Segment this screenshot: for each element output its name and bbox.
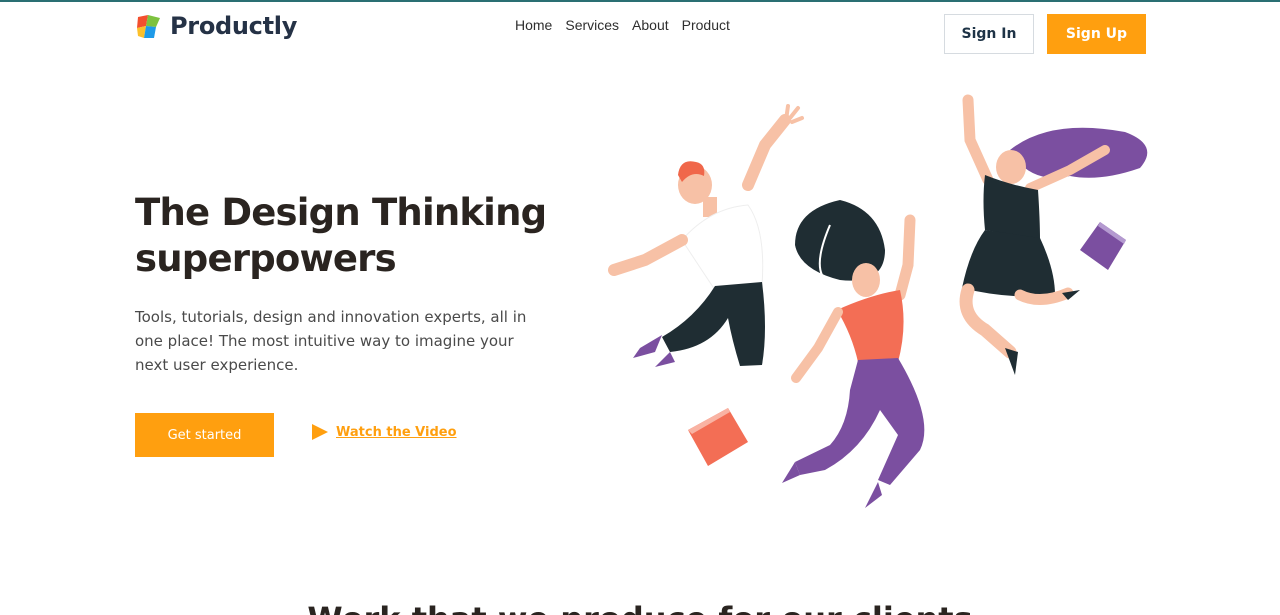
sign-up-button[interactable]: Sign Up: [1047, 14, 1146, 54]
hero-title-line-2: superpowers: [135, 237, 397, 280]
logo-icon: [137, 14, 160, 38]
nav-about[interactable]: About: [632, 17, 669, 33]
jumping-woman-middle: [782, 200, 925, 508]
main-nav: Home Services About Product: [515, 17, 730, 33]
flying-book-left: [688, 408, 748, 466]
jumping-man-figure: [608, 104, 804, 367]
flying-book-right: [1080, 222, 1126, 270]
nav-product[interactable]: Product: [682, 17, 730, 33]
top-accent-line: [0, 0, 1280, 2]
hero-subtitle: Tools, tutorials, design and innovation …: [135, 308, 527, 374]
section-title: Work that we produce for our clients: [0, 600, 1280, 615]
hero-illustration: [608, 94, 1148, 508]
nav-home[interactable]: Home: [515, 17, 552, 33]
hero-title: The Design Thinking superpowers: [135, 190, 565, 282]
brand-logo[interactable]: Productly: [135, 12, 297, 40]
watch-video-label: Watch the Video: [336, 424, 457, 440]
get-started-button[interactable]: Get started: [135, 413, 274, 457]
play-icon: [312, 424, 328, 440]
watch-video-link[interactable]: Watch the Video: [312, 424, 457, 440]
nav-services[interactable]: Services: [565, 17, 619, 33]
hero-title-line-1: The Design Thinking: [135, 191, 547, 234]
brand-name: Productly: [170, 12, 298, 40]
sign-in-button[interactable]: Sign In: [944, 14, 1034, 54]
